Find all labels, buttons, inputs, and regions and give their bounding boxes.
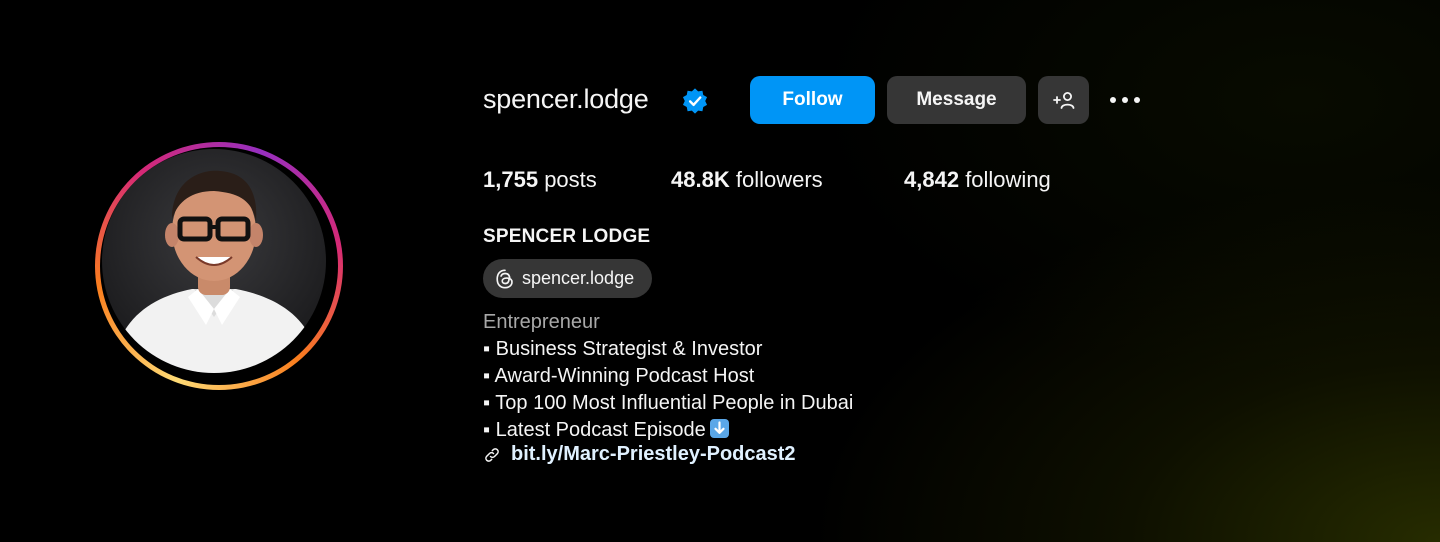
message-button[interactable]: Message <box>887 76 1026 124</box>
down-arrow-emoji-icon <box>709 419 729 438</box>
followers-count-label: followers <box>735 167 823 192</box>
verified-badge-icon <box>682 88 708 114</box>
bio-line: ▪ Award-Winning Podcast Host <box>483 365 755 387</box>
bio-link-text[interactable]: bit.ly/Marc-Priestley-Podcast2 <box>511 443 796 466</box>
posts-count-value: 1,755 <box>483 167 539 192</box>
profile-category: Entrepreneur <box>483 311 600 333</box>
threads-handle: spencer.lodge <box>522 268 635 288</box>
bio-line-with-emoji: ▪ Latest Podcast Episode <box>483 417 853 444</box>
following-link[interactable]: 4,842 following <box>904 167 1051 193</box>
threads-badge-link[interactable]: spencer.lodge <box>483 259 652 298</box>
more-options-button[interactable] <box>1106 86 1144 114</box>
bio-link[interactable]: bit.ly/Marc-Priestley-Podcast2 <box>483 443 796 466</box>
follow-button[interactable]: Follow <box>750 76 875 124</box>
profile-avatar-ring[interactable] <box>95 142 343 390</box>
bio-line: ▪ Latest Podcast Episode <box>483 419 706 441</box>
profile-username: spencer.lodge <box>483 84 649 114</box>
profile-full-name: SPENCER LODGE <box>483 226 651 247</box>
suggest-users-button[interactable] <box>1038 76 1089 124</box>
threads-icon <box>496 268 513 289</box>
posts-count: 1,755 posts <box>483 167 597 193</box>
link-icon <box>485 447 499 462</box>
profile-bio: Entrepreneur ▪ Business Strategist & Inv… <box>483 309 853 444</box>
posts-count-label: posts <box>544 167 597 192</box>
avatar[interactable] <box>102 149 326 373</box>
avatar-photo-image <box>102 149 326 373</box>
following-count-value: 4,842 <box>904 167 960 192</box>
bio-line: ▪ Top 100 Most Influential People in Dub… <box>483 392 854 414</box>
followers-count-value: 48.8K <box>671 167 730 192</box>
followers-link[interactable]: 48.8K followers <box>671 167 823 193</box>
more-options-icon <box>1110 97 1140 103</box>
bio-line: ▪ Business Strategist & Investor <box>483 338 763 360</box>
following-count-label: following <box>965 167 1051 192</box>
person-add-icon <box>1052 92 1074 109</box>
